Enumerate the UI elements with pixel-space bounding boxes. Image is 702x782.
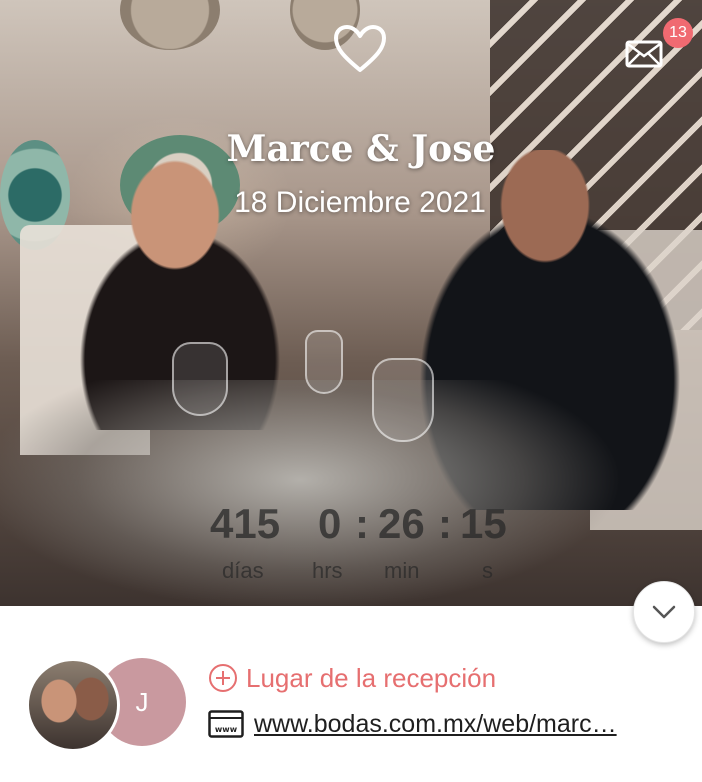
wall-plate xyxy=(120,0,220,50)
countdown-seconds: 15 xyxy=(460,500,507,547)
svg-text:www: www xyxy=(215,725,238,734)
countdown: 415 días 0 hrs : 26 min : 15 s xyxy=(0,500,702,590)
expand-button[interactable] xyxy=(633,581,695,643)
notification-badge: 13 xyxy=(663,18,693,48)
countdown-minutes-label: min xyxy=(384,558,420,583)
countdown-minutes: 26 xyxy=(378,500,425,547)
chevron-down-icon xyxy=(652,605,676,619)
countdown-separator: : xyxy=(438,500,452,547)
reception-label: Lugar de la recepción xyxy=(246,662,497,693)
avatar-photo[interactable] xyxy=(26,658,120,752)
countdown-seconds-label: s xyxy=(482,558,493,583)
countdown-hours-label: hrs xyxy=(312,558,343,583)
heart-outline-icon[interactable] xyxy=(333,24,387,74)
couple-names: Marce & Jose xyxy=(226,128,496,170)
website-url: www.bodas.com.mx/web/marc… xyxy=(254,709,617,738)
wedding-date: 18 Diciembre 2021 xyxy=(234,186,486,219)
plus-circle-icon xyxy=(209,664,237,692)
countdown-days-label: días xyxy=(222,558,264,583)
envelope-icon[interactable] xyxy=(625,40,663,68)
countdown-separator: : xyxy=(355,500,369,547)
wine-glass xyxy=(372,358,434,442)
wine-glass xyxy=(172,342,228,416)
wedding-website-link[interactable]: www www.bodas.com.mx/web/marc… xyxy=(208,706,702,742)
hero-photo: 13 Marce & Jose 18 Diciembre 2021 415 dí… xyxy=(0,0,702,606)
browser-window-icon: www xyxy=(208,710,244,738)
countdown-hours: 0 xyxy=(318,500,342,547)
reception-location-link[interactable]: Lugar de la recepción xyxy=(208,660,496,696)
countdown-days: 415 xyxy=(210,500,281,547)
wine-glass xyxy=(305,330,343,394)
